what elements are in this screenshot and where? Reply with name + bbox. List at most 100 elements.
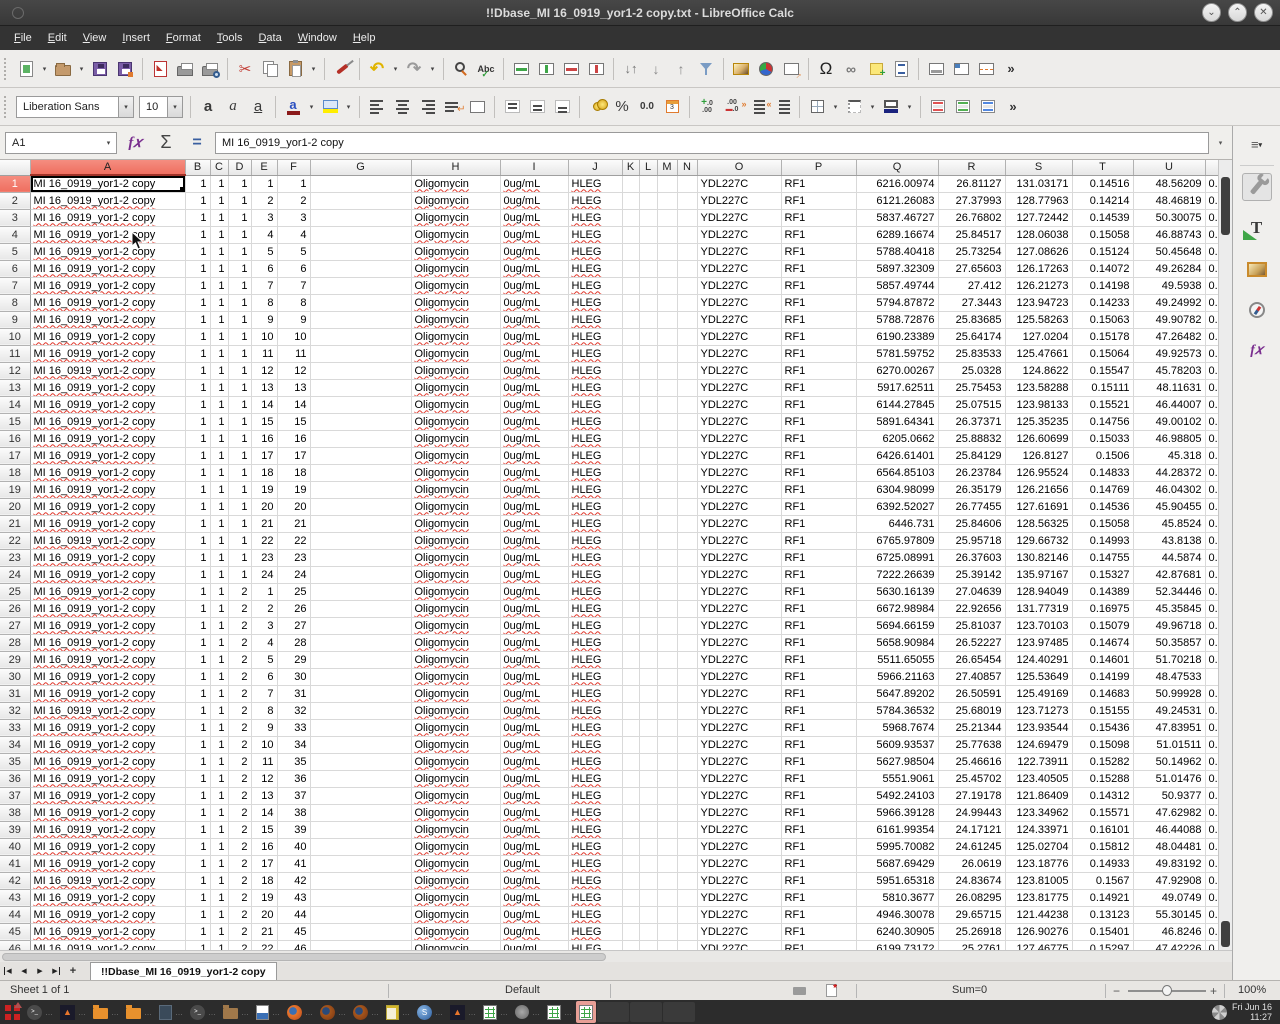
cell-H10[interactable]: Oligomycin: [411, 328, 500, 345]
cell-T6[interactable]: 0.14072: [1072, 260, 1133, 277]
col-header-M[interactable]: M: [657, 160, 677, 175]
col-header-H[interactable]: H: [411, 160, 500, 175]
cell-S22[interactable]: 129.66732: [1005, 532, 1072, 549]
selection-mode-icon[interactable]: [793, 987, 806, 995]
cell-A20[interactable]: MI 16_0919_yor1-2 copy: [30, 498, 185, 515]
cell-B39[interactable]: 1: [185, 821, 210, 838]
increase-indent-icon[interactable]: »: [745, 94, 769, 120]
cell-U19[interactable]: 46.04302: [1133, 481, 1205, 498]
print-preview-icon[interactable]: [198, 56, 222, 82]
cell-B5[interactable]: 1: [185, 243, 210, 260]
cell-D24[interactable]: 1: [228, 566, 251, 583]
cell-A27[interactable]: MI 16_0919_yor1-2 copy: [30, 617, 185, 634]
cell-R32[interactable]: 25.68019: [938, 702, 1005, 719]
cell-J1[interactable]: HLEG: [568, 175, 622, 192]
cell-D2[interactable]: 1: [228, 192, 251, 209]
cell-M9[interactable]: [657, 311, 677, 328]
cell-U3[interactable]: 50.30075: [1133, 209, 1205, 226]
cell-P9[interactable]: RF1: [781, 311, 856, 328]
cell-H31[interactable]: Oligomycin: [411, 685, 500, 702]
cell-I25[interactable]: 0ug/mL: [500, 583, 568, 600]
cell-O27[interactable]: YDL227C: [697, 617, 781, 634]
cell-U17[interactable]: 45.318: [1133, 447, 1205, 464]
cell-T4[interactable]: 0.15058: [1072, 226, 1133, 243]
cell-G25[interactable]: [310, 583, 411, 600]
cell-V2[interactable]: 0.: [1205, 192, 1218, 209]
cell-A29[interactable]: MI 16_0919_yor1-2 copy: [30, 651, 185, 668]
cell-M4[interactable]: [657, 226, 677, 243]
firefox-window-2[interactable]: …: [317, 1001, 349, 1023]
cell-L28[interactable]: [639, 634, 657, 651]
cell-C4[interactable]: 1: [210, 226, 228, 243]
cell-M7[interactable]: [657, 277, 677, 294]
cell-S7[interactable]: 126.21273: [1005, 277, 1072, 294]
col-header-B[interactable]: B: [185, 160, 210, 175]
row-header-6[interactable]: 6: [0, 260, 30, 277]
cell-J13[interactable]: HLEG: [568, 379, 622, 396]
taskbar-clock[interactable]: Fri Jun 1611:27: [1232, 1002, 1272, 1022]
cell-F13[interactable]: 13: [277, 379, 310, 396]
selection-handle[interactable]: [180, 187, 185, 192]
cell-C2[interactable]: 1: [210, 192, 228, 209]
cell-I34[interactable]: 0ug/mL: [500, 736, 568, 753]
cell-M10[interactable]: [657, 328, 677, 345]
cell-D29[interactable]: 2: [228, 651, 251, 668]
insert-comment-icon[interactable]: +: [864, 56, 888, 82]
cell-C41[interactable]: 1: [210, 855, 228, 872]
cell-N1[interactable]: [677, 175, 697, 192]
cell-T23[interactable]: 0.14755: [1072, 549, 1133, 566]
cell-S24[interactable]: 135.97167: [1005, 566, 1072, 583]
cell-R43[interactable]: 26.08295: [938, 889, 1005, 906]
cell-P42[interactable]: RF1: [781, 872, 856, 889]
cell-M23[interactable]: [657, 549, 677, 566]
cell-P40[interactable]: RF1: [781, 838, 856, 855]
cell-U10[interactable]: 47.26482: [1133, 328, 1205, 345]
cell-F43[interactable]: 43: [277, 889, 310, 906]
cell-U16[interactable]: 46.98805: [1133, 430, 1205, 447]
cell-V36[interactable]: 0.: [1205, 770, 1218, 787]
cell-K42[interactable]: [622, 872, 639, 889]
cell-O39[interactable]: YDL227C: [697, 821, 781, 838]
cell-Q38[interactable]: 5966.39128: [856, 804, 938, 821]
cell-O38[interactable]: YDL227C: [697, 804, 781, 821]
cell-T36[interactable]: 0.15288: [1072, 770, 1133, 787]
cell-G15[interactable]: [310, 413, 411, 430]
cell-H12[interactable]: Oligomycin: [411, 362, 500, 379]
cell-N40[interactable]: [677, 838, 697, 855]
cell-O13[interactable]: YDL227C: [697, 379, 781, 396]
cell-P44[interactable]: RF1: [781, 906, 856, 923]
cell-C21[interactable]: 1: [210, 515, 228, 532]
border-color-dropdown-icon[interactable]: ▾: [904, 94, 915, 120]
format-as-date-icon[interactable]: 3: [660, 94, 684, 120]
cell-J2[interactable]: HLEG: [568, 192, 622, 209]
row-header-41[interactable]: 41: [0, 855, 30, 872]
row-header-34[interactable]: 34: [0, 736, 30, 753]
zoom-out-icon[interactable]: −: [1113, 984, 1120, 998]
cell-L16[interactable]: [639, 430, 657, 447]
cell-T45[interactable]: 0.15401: [1072, 923, 1133, 940]
cell-S15[interactable]: 125.35235: [1005, 413, 1072, 430]
cell-A28[interactable]: MI 16_0919_yor1-2 copy: [30, 634, 185, 651]
cell-B10[interactable]: 1: [185, 328, 210, 345]
cell-N37[interactable]: [677, 787, 697, 804]
cell-P25[interactable]: RF1: [781, 583, 856, 600]
cell-I27[interactable]: 0ug/mL: [500, 617, 568, 634]
cell-L26[interactable]: [639, 600, 657, 617]
cell-J10[interactable]: HLEG: [568, 328, 622, 345]
cell-T5[interactable]: 0.15124: [1072, 243, 1133, 260]
cell-C37[interactable]: 1: [210, 787, 228, 804]
cell-Q29[interactable]: 5511.65055: [856, 651, 938, 668]
row-header-5[interactable]: 5: [0, 243, 30, 260]
cell-U31[interactable]: 50.99928: [1133, 685, 1205, 702]
cell-T16[interactable]: 0.15033: [1072, 430, 1133, 447]
cell-A11[interactable]: MI 16_0919_yor1-2 copy: [30, 345, 185, 362]
cell-C23[interactable]: 1: [210, 549, 228, 566]
cell-R7[interactable]: 27.412: [938, 277, 1005, 294]
cell-S3[interactable]: 127.72442: [1005, 209, 1072, 226]
applications-menu[interactable]: [2, 1001, 23, 1023]
cell-G22[interactable]: [310, 532, 411, 549]
cell-M6[interactable]: [657, 260, 677, 277]
cell-J40[interactable]: HLEG: [568, 838, 622, 855]
cell-A23[interactable]: MI 16_0919_yor1-2 copy: [30, 549, 185, 566]
expand-formula-bar-icon[interactable]: ▾: [1214, 139, 1227, 147]
